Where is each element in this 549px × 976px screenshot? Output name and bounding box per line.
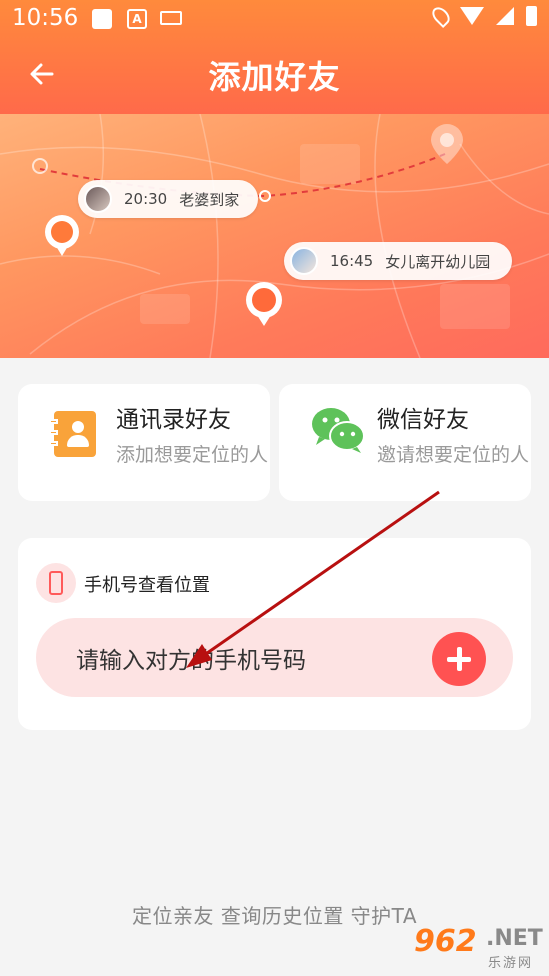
event-text: 女儿离开幼儿园 — [385, 252, 491, 271]
app-header: 10:56 A 添加好友 — [0, 0, 549, 114]
status-bar: 10:56 A — [0, 0, 549, 38]
map-pin-icon — [32, 158, 48, 174]
add-friend-screen: 10:56 A 添加好友 20:30 老婆到家 16:45 女儿离开幼儿园 通讯… — [0, 0, 549, 976]
avatar — [290, 247, 318, 275]
phone-lookup-label: 手机号查看位置 — [84, 575, 210, 596]
watermark-suffix: .NET — [486, 926, 543, 951]
event-time: 20:30 — [124, 190, 168, 208]
notification-square-icon — [92, 9, 112, 29]
a-notification-icon: A — [127, 9, 147, 29]
page-title: 添加好友 — [208, 58, 341, 96]
location-status-icon — [428, 3, 454, 29]
event-text: 老婆到家 — [179, 190, 240, 209]
map-banner: 20:30 老婆到家 16:45 女儿离开幼儿园 — [0, 114, 549, 358]
location-pin-icon — [246, 282, 282, 326]
status-time: 10:56 — [12, 5, 79, 31]
phone-number-placeholder: 请输入对方的手机号码 — [76, 648, 306, 674]
avatar — [84, 185, 112, 213]
watermark-subtitle: 乐游网 — [488, 956, 534, 971]
map-pin-icon — [431, 124, 463, 164]
card-subtitle: 邀请想要定位的人 — [377, 444, 530, 466]
location-pin-icon — [45, 215, 79, 256]
contacts-book-tab — [49, 430, 58, 435]
card-title: 微信好友 — [377, 407, 469, 433]
contacts-book-tab — [49, 441, 58, 446]
status-icons — [428, 3, 537, 29]
event-time: 16:45 — [330, 252, 374, 270]
battery-icon — [526, 6, 537, 26]
keyboard-icon — [160, 11, 182, 25]
contacts-book-icon — [54, 411, 96, 457]
wifi-icon — [460, 7, 484, 25]
location-event-bubble: 20:30 老婆到家 — [78, 180, 258, 218]
wechat-icon — [312, 408, 365, 453]
watermark-number: 962 — [414, 924, 477, 959]
card-title: 通讯录好友 — [116, 407, 231, 433]
signal-icon — [496, 7, 514, 25]
location-event-bubble: 16:45 女儿离开幼儿园 — [284, 242, 512, 280]
contacts-book-tab — [49, 419, 58, 424]
map-background — [0, 114, 549, 358]
card-subtitle: 添加想要定位的人 — [116, 444, 269, 466]
phone-icon — [36, 563, 76, 603]
add-friend-button[interactable] — [432, 632, 486, 686]
watermark-logo: 962 .NET 乐游网 — [414, 924, 544, 971]
